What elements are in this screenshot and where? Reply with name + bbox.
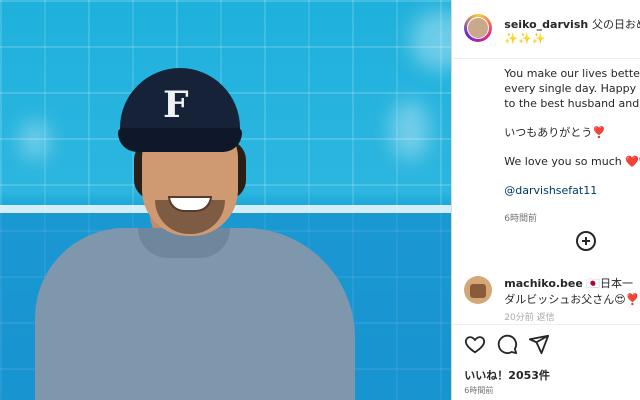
caption-love: We love you so much ❤️❤️ xyxy=(504,155,640,168)
share-icon[interactable] xyxy=(528,333,550,355)
instagram-post-view: F seiko_darvish 父の日おめ ✨✨✨ You make our l… xyxy=(0,0,640,400)
add-comment-icon[interactable] xyxy=(576,231,597,251)
mention-link[interactable]: @darvishsefat11 xyxy=(504,183,640,198)
action-bar: いいね！2053件 6時間前 xyxy=(452,324,640,400)
username-link[interactable]: seiko_darvish xyxy=(504,18,588,31)
light-glow xyxy=(20,120,50,160)
commenter-username[interactable]: machiko.bee xyxy=(504,277,583,290)
caption-line: to the best husband and fa xyxy=(504,97,640,110)
post-age: 6時間前 xyxy=(464,386,494,395)
comment-text: ダルビッシュお父さん😍❣️ xyxy=(504,293,640,306)
caption-thanks: いつもありがとう❣️ xyxy=(504,126,606,139)
post-time: 6時間前 xyxy=(504,214,538,224)
caption-body: You make our lives better i every single… xyxy=(504,66,640,241)
caption-paragraph: You make our lives better i every single… xyxy=(504,66,640,111)
comment-meta: 20分前 返信 xyxy=(504,313,555,323)
light-glow xyxy=(390,100,430,160)
post-photo[interactable]: F xyxy=(0,0,452,400)
comment-text: 🇯🇵日本一 xyxy=(586,277,634,290)
caption-start: 父の日おめ xyxy=(592,18,640,31)
like-count[interactable]: いいね！2053件 xyxy=(464,367,550,383)
caption-header: seiko_darvish 父の日おめ xyxy=(504,16,640,32)
post-side-panel: seiko_darvish 父の日おめ ✨✨✨ You make our liv… xyxy=(451,0,640,400)
caption-line: every single day. Happy Fa xyxy=(504,82,640,95)
heart-icon[interactable] xyxy=(464,333,486,355)
caption-sparkles: ✨✨✨ xyxy=(504,32,546,45)
caption-line: You make our lives better i xyxy=(504,67,640,80)
comment-item: machiko.bee 🇯🇵日本一 ダルビッシュお父さん😍❣️ xyxy=(504,276,640,308)
commenter-avatar[interactable] xyxy=(464,276,493,304)
comment-icon[interactable] xyxy=(496,333,518,355)
cap-brim xyxy=(118,128,242,152)
cap-logo: F xyxy=(163,84,189,126)
